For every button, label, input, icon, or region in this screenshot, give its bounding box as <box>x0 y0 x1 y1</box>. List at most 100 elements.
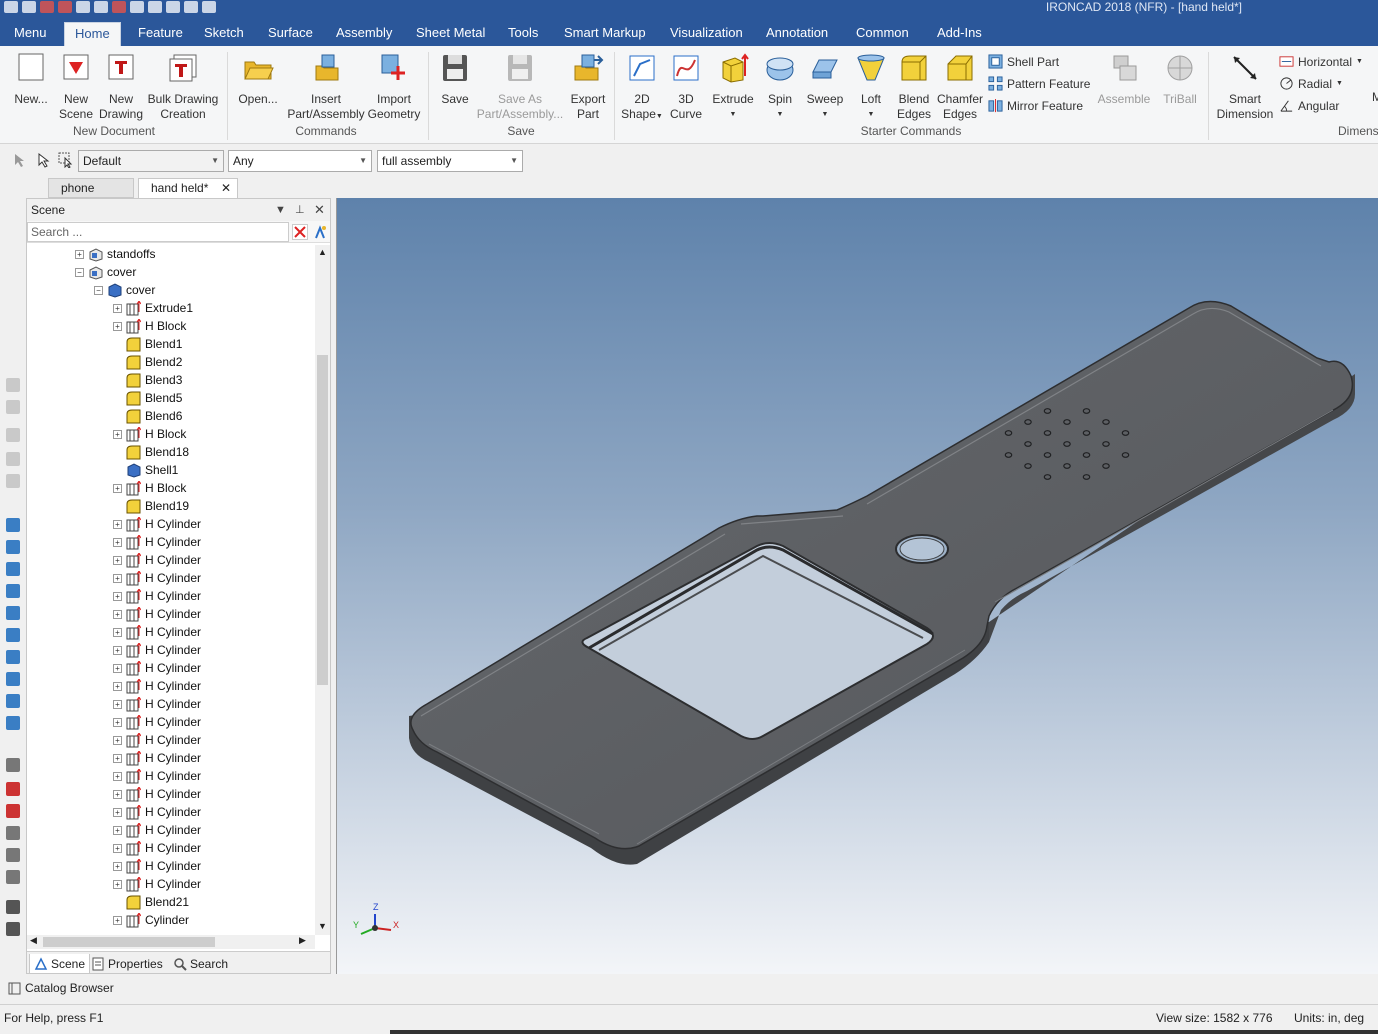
tab-properties[interactable]: Properties <box>87 954 167 974</box>
strip-tool-icon[interactable] <box>6 452 20 466</box>
strip-tool-icon[interactable] <box>6 428 20 442</box>
collapse-icon[interactable]: − <box>75 267 84 277</box>
2d-shape-button[interactable]: 2D Shape▼ <box>620 52 664 124</box>
horizontal-dimension-button[interactable]: Horizontal ▼ <box>1279 54 1363 69</box>
tree-node[interactable]: Blend5 <box>113 389 182 407</box>
save-button[interactable]: Save <box>436 52 474 107</box>
select-box-icon[interactable] <box>58 152 74 168</box>
cursor-pin-icon[interactable] <box>12 152 28 168</box>
tab-menu[interactable]: Menu <box>4 22 57 46</box>
catalog-browser-bar[interactable]: Catalog Browser <box>0 976 1378 1000</box>
axis-triad[interactable]: Z Y X <box>353 902 399 935</box>
pattern-feature-button[interactable]: Pattern Feature <box>988 76 1090 91</box>
view-dimetric-icon[interactable] <box>6 672 20 686</box>
tree-node[interactable]: + H Cylinder <box>113 839 201 857</box>
tree-node[interactable]: − cover <box>94 281 155 299</box>
tree-node[interactable]: + H Cylinder <box>113 623 201 641</box>
tree-node[interactable]: + H Cylinder <box>113 659 201 677</box>
vertical-scrollbar[interactable]: ▲ ▼ <box>315 245 330 935</box>
sweep-button[interactable]: Sweep ▼ <box>804 52 846 122</box>
close-icon[interactable]: ✕ <box>314 199 325 221</box>
view-back-icon[interactable] <box>6 540 20 554</box>
tree-node[interactable]: + H Block <box>113 425 186 443</box>
open-button[interactable]: Open... <box>236 52 280 107</box>
doc-tab-phone-box[interactable]: phone box* <box>48 178 134 213</box>
dimension-tool-icon[interactable] <box>6 900 20 914</box>
radial-dimension-button[interactable]: Radial ▼ <box>1279 76 1343 91</box>
expand-icon[interactable]: + <box>113 537 122 547</box>
ruler-icon[interactable] <box>6 922 20 936</box>
3d-viewport[interactable]: Z Y X <box>336 198 1378 974</box>
expand-icon[interactable]: + <box>113 303 122 313</box>
expand-icon[interactable]: + <box>113 735 122 745</box>
doc-tab-hand-held[interactable]: hand held* ✕ <box>138 178 238 198</box>
angle-icon[interactable] <box>6 826 20 840</box>
tab-sketch[interactable]: Sketch <box>194 22 254 46</box>
scroll-down-icon[interactable]: ▼ <box>318 921 327 931</box>
tab-visualization[interactable]: Visualization <box>660 22 753 46</box>
strip-tool-icon[interactable] <box>6 378 20 392</box>
tree-node[interactable]: + standoffs <box>75 245 155 263</box>
scroll-left-icon[interactable]: ◀ <box>30 935 37 946</box>
tree-node[interactable]: + H Cylinder <box>113 875 201 893</box>
tab-annotation[interactable]: Annotation <box>756 22 838 46</box>
tree-node[interactable]: + H Cylinder <box>113 551 201 569</box>
expand-icon[interactable]: + <box>113 753 122 763</box>
tree-node[interactable]: Blend18 <box>113 443 189 461</box>
expand-icon[interactable]: + <box>113 915 122 925</box>
expand-icon[interactable]: + <box>113 879 122 889</box>
tab-search[interactable]: Search <box>169 954 232 974</box>
tree-node[interactable]: Blend6 <box>113 407 182 425</box>
tree-node[interactable]: + H Cylinder <box>113 677 201 695</box>
scroll-thumb[interactable] <box>317 355 328 685</box>
expand-icon[interactable]: + <box>113 591 122 601</box>
view-left-icon[interactable] <box>6 562 20 576</box>
expand-icon[interactable]: + <box>75 249 84 259</box>
strip-tool-icon[interactable] <box>6 400 20 414</box>
tree-node[interactable]: + H Cylinder <box>113 713 201 731</box>
style-combo[interactable]: Default ▼ <box>78 150 224 172</box>
expand-icon[interactable]: + <box>113 429 122 439</box>
expand-icon[interactable]: + <box>113 321 122 331</box>
expand-icon[interactable]: + <box>113 609 122 619</box>
tree-node[interactable]: − cover <box>75 263 136 281</box>
expand-icon[interactable]: + <box>113 555 122 565</box>
new-scene-button[interactable]: New Scene <box>56 52 96 122</box>
tab-feature[interactable]: Feature <box>128 22 193 46</box>
tab-smart-markup[interactable]: Smart Markup <box>554 22 656 46</box>
shell-part-button[interactable]: Shell Part <box>988 54 1059 69</box>
app-icon[interactable] <box>4 1 18 13</box>
view-normal-icon[interactable] <box>6 716 20 730</box>
tab-tools[interactable]: Tools <box>498 22 548 46</box>
expand-icon[interactable]: + <box>113 681 122 691</box>
loft-button[interactable]: Loft ▼ <box>852 52 890 122</box>
tree-node[interactable]: + H Cylinder <box>113 533 201 551</box>
qat-redo-icon[interactable] <box>148 1 162 13</box>
tree-node[interactable]: Blend19 <box>113 497 189 515</box>
qat-new-icon[interactable] <box>22 1 36 13</box>
tree-node[interactable]: + H Cylinder <box>113 569 201 587</box>
tree-node[interactable]: + H Cylinder <box>113 731 201 749</box>
pin-icon[interactable]: ⊥ <box>295 199 305 221</box>
expand-icon[interactable]: + <box>113 573 122 583</box>
tree-node[interactable]: Blend2 <box>113 353 182 371</box>
tab-surface[interactable]: Surface <box>258 22 323 46</box>
close-icon[interactable]: ✕ <box>221 179 231 197</box>
new-button[interactable]: New... <box>10 52 52 107</box>
view-right-icon[interactable] <box>6 584 20 598</box>
bulk-drawing-creation-button[interactable]: Bulk Drawing Creation <box>146 52 220 122</box>
extrude-button[interactable]: Extrude ▼ <box>710 52 756 122</box>
qat-open-icon[interactable] <box>76 1 90 13</box>
qat-undo-icon[interactable] <box>130 1 144 13</box>
expand-icon[interactable]: + <box>113 699 122 709</box>
qat-triball-icon[interactable] <box>184 1 198 13</box>
save-as-button[interactable]: Save As Part/Assembly... <box>476 52 564 122</box>
tree-node[interactable]: + H Cylinder <box>113 587 201 605</box>
chevron-down-icon[interactable]: ▼ <box>275 199 286 221</box>
tree-node[interactable]: + Cylinder <box>113 911 189 929</box>
tree-node[interactable]: Blend3 <box>113 371 182 389</box>
view-top-icon[interactable] <box>6 606 20 620</box>
qat-scene-icon[interactable] <box>40 1 54 13</box>
tree-node[interactable]: + H Cylinder <box>113 803 201 821</box>
view-front-icon[interactable] <box>6 518 20 532</box>
